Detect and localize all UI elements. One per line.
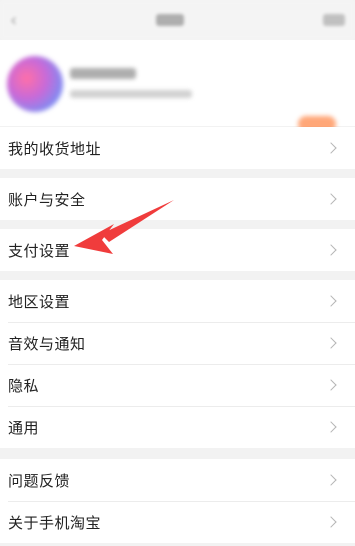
chevron-right-icon	[325, 295, 337, 307]
chevron-right-icon	[325, 516, 337, 528]
group-payment: 支付设置	[0, 229, 355, 271]
menu-item-sound-notifications[interactable]: 音效与通知	[0, 322, 355, 364]
menu-item-label: 隐私	[8, 376, 40, 395]
group-address: 我的收货地址	[0, 127, 355, 169]
group-preferences: 地区设置 音效与通知 隐私 通用	[0, 280, 355, 448]
menu-item-privacy[interactable]: 隐私	[0, 364, 355, 406]
menu-item-label: 关于手机淘宝	[8, 513, 102, 532]
navigation-bar: ‹	[0, 0, 355, 40]
more-icon[interactable]	[322, 14, 345, 26]
chevron-right-icon	[325, 337, 337, 349]
chevron-right-icon	[325, 142, 337, 154]
profile-card[interactable]	[0, 40, 355, 132]
page-title-blurred	[156, 14, 185, 26]
avatar	[7, 56, 63, 112]
menu-item-label: 账户与安全	[8, 190, 86, 209]
menu-item-general[interactable]: 通用	[0, 406, 355, 448]
menu-item-label: 通用	[8, 418, 40, 437]
menu-item-address[interactable]: 我的收货地址	[0, 127, 355, 169]
chevron-right-icon	[325, 379, 337, 391]
menu-item-label: 问题反馈	[8, 471, 71, 490]
menu-item-payment-settings[interactable]: 支付设置	[0, 229, 355, 271]
menu-item-label: 我的收货地址	[8, 139, 102, 158]
group-account: 账户与安全	[0, 178, 355, 220]
chevron-right-icon	[325, 193, 337, 205]
menu-item-label: 地区设置	[8, 292, 71, 311]
menu-item-feedback[interactable]: 问题反馈	[0, 459, 355, 501]
menu-item-about[interactable]: 关于手机淘宝	[0, 501, 355, 543]
menu-item-region-settings[interactable]: 地区设置	[0, 280, 355, 322]
menu-item-label: 音效与通知	[8, 334, 86, 353]
menu-item-account-security[interactable]: 账户与安全	[0, 178, 355, 220]
group-support: 问题反馈 关于手机淘宝	[0, 459, 355, 543]
username-blurred	[70, 68, 136, 79]
chevron-right-icon	[325, 244, 337, 256]
user-info-blurred	[70, 90, 192, 98]
chevron-right-icon	[325, 474, 337, 486]
back-icon[interactable]: ‹	[10, 10, 17, 31]
chevron-right-icon	[325, 421, 337, 433]
menu-item-label: 支付设置	[8, 241, 71, 260]
